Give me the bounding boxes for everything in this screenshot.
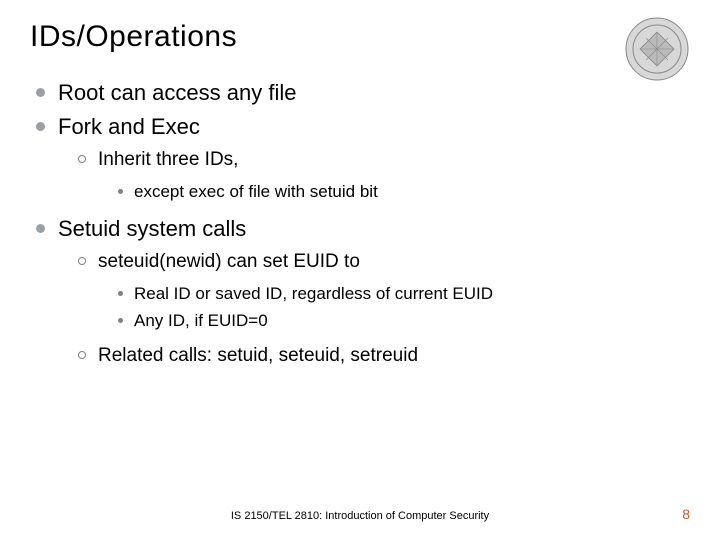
bullet-root-access: Root can access any file bbox=[36, 78, 690, 108]
bullet-fork-exec: Fork and Exec Inherit three IDs, except … bbox=[36, 112, 690, 204]
slide-title: IDs/Operations bbox=[30, 20, 690, 54]
bullet-real-saved: Real ID or saved ID, regardless of curre… bbox=[118, 282, 690, 306]
sublist: seteuid(newid) can set EUID to Real ID o… bbox=[78, 249, 690, 369]
footer-course: IS 2150/TEL 2810: Introduction of Comput… bbox=[0, 510, 720, 522]
bullet-text: Setuid system calls bbox=[58, 216, 246, 241]
bullet-setuid-calls: Setuid system calls seteuid(newid) can s… bbox=[36, 214, 690, 369]
bullet-text: Related calls: setuid, seteuid, setreuid bbox=[98, 345, 418, 366]
bullet-list: Root can access any file Fork and Exec I… bbox=[36, 78, 690, 369]
bullet-inherit-ids: Inherit three IDs, except exec of file w… bbox=[78, 147, 690, 203]
subsublist: Real ID or saved ID, regardless of curre… bbox=[118, 282, 690, 333]
bullet-any-id: Any ID, if EUID=0 bbox=[118, 309, 690, 333]
bullet-text: except exec of file with setuid bit bbox=[134, 182, 378, 201]
bullet-related-calls: Related calls: setuid, seteuid, setreuid bbox=[78, 343, 690, 370]
bullet-text: seteuid(newid) can set EUID to bbox=[98, 251, 360, 272]
bullet-text: Real ID or saved ID, regardless of curre… bbox=[134, 284, 493, 303]
subsublist: except exec of file with setuid bit bbox=[118, 180, 690, 204]
slide: IDs/Operations Root can access any file … bbox=[0, 0, 720, 540]
page-number: 8 bbox=[682, 506, 690, 522]
sublist: Inherit three IDs, except exec of file w… bbox=[78, 147, 690, 203]
bullet-except-setuid: except exec of file with setuid bit bbox=[118, 180, 690, 204]
bullet-text: Root can access any file bbox=[58, 80, 296, 105]
bullet-text: Fork and Exec bbox=[58, 114, 200, 139]
bullet-seteuid: seteuid(newid) can set EUID to Real ID o… bbox=[78, 249, 690, 332]
bullet-text: Inherit three IDs, bbox=[98, 149, 238, 170]
seal-icon bbox=[624, 16, 690, 82]
footer: IS 2150/TEL 2810: Introduction of Comput… bbox=[0, 510, 720, 522]
bullet-text: Any ID, if EUID=0 bbox=[134, 311, 268, 330]
